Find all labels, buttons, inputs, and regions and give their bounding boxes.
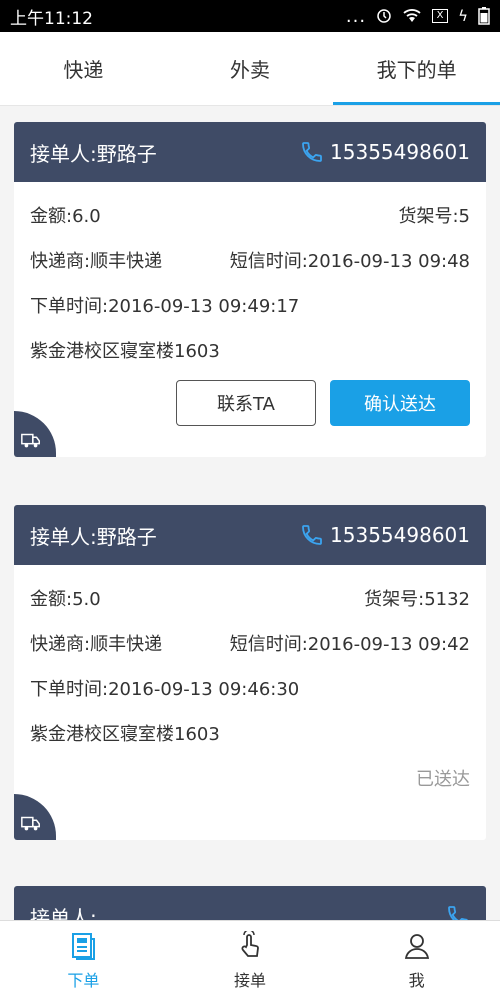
nav-place-order[interactable]: 下单 xyxy=(0,921,167,1000)
tap-hand-icon xyxy=(241,930,259,957)
address: 紫金港校区寝室楼1603 xyxy=(30,340,220,362)
order-time-row: 下单时间:2016-09-13 09:49:17 xyxy=(30,282,470,327)
tab-takeout[interactable]: 外卖 xyxy=(167,32,334,105)
tab-express[interactable]: 快递 xyxy=(0,32,167,105)
card-body: 金额:6.0 货架号:5 快递商:顺丰快递 短信时间:2016-09-13 09… xyxy=(14,182,486,426)
card-header: 接单人: xyxy=(14,886,486,920)
more-dots-icon: ... xyxy=(345,5,367,27)
courier-name: 接单人:野路子 xyxy=(30,141,157,166)
wifi-icon xyxy=(403,9,421,22)
phone-icon xyxy=(302,525,322,545)
confirm-delivery-button[interactable]: 确认送达 xyxy=(330,380,470,426)
nav-accept-order[interactable]: 接单 xyxy=(167,921,334,1000)
phone-number: 15355498601 xyxy=(330,523,470,547)
courier-name: 接单人:野路子 xyxy=(30,524,157,549)
top-tab-bar: 快递 外卖 我下的单 xyxy=(0,32,500,106)
document-list-icon xyxy=(72,932,96,960)
battery-level-icon xyxy=(478,7,490,25)
charging-icon: ϟ xyxy=(458,7,468,25)
courier-company: 快递商:顺丰快递 xyxy=(30,250,163,272)
courier-company: 快递商:顺丰快递 xyxy=(30,633,163,655)
phone-icon xyxy=(448,906,468,920)
alarm-icon xyxy=(377,9,391,23)
truck-icon xyxy=(21,433,40,448)
shelf-number: 货架号:5 xyxy=(398,205,470,227)
order-card: 接单人:野路子 15355498601 金额:6.0 货架号:5 快递商:顺丰快… xyxy=(14,122,486,457)
shelf-number: 货架号:5132 xyxy=(364,588,470,610)
company-row: 快递商:顺丰快递 短信时间:2016-09-13 09:48 xyxy=(30,237,470,282)
order-time: 下单时间:2016-09-13 09:49:17 xyxy=(30,295,300,317)
order-card: 接单人: xyxy=(14,886,486,920)
user-icon xyxy=(404,933,429,959)
contact-button[interactable]: 联系TA xyxy=(176,380,316,426)
status-time: 上午11:12 xyxy=(10,8,93,29)
delivered-status: 已送达 xyxy=(416,769,470,790)
nav-profile[interactable]: 我 xyxy=(333,921,500,1000)
amount-row: 金额:5.0 货架号:5132 xyxy=(30,575,470,620)
order-card: 接单人:野路子 15355498601 金额:5.0 货架号:5132 快递商:… xyxy=(14,505,486,840)
card-header: 接单人:野路子 15355498601 xyxy=(14,122,486,182)
phone-link[interactable]: 15355498601 xyxy=(300,140,470,164)
order-time-row: 下单时间:2016-09-13 09:46:30 xyxy=(30,665,470,710)
address: 紫金港校区寝室楼1603 xyxy=(30,723,220,745)
bottom-nav: 下单 接单 我 xyxy=(0,920,500,1000)
battery-icon: X xyxy=(432,9,449,23)
phone-link[interactable] xyxy=(446,904,470,920)
order-time: 下单时间:2016-09-13 09:46:30 xyxy=(30,678,300,700)
nav-label: 接单 xyxy=(234,970,267,990)
card-actions: 联系TA 确认送达 xyxy=(30,380,470,426)
amount-row: 金额:6.0 货架号:5 xyxy=(30,192,470,237)
address-row: 紫金港校区寝室楼1603 xyxy=(30,710,470,755)
sms-time: 短信时间:2016-09-13 09:48 xyxy=(229,250,470,272)
tab-my-orders[interactable]: 我下的单 xyxy=(333,32,500,105)
phone-icon xyxy=(302,142,322,162)
nav-label: 下单 xyxy=(67,970,100,990)
sms-time: 短信时间:2016-09-13 09:42 xyxy=(229,633,470,655)
address-row: 紫金港校区寝室楼1603 xyxy=(30,327,470,372)
status-icons: ... X ϟ xyxy=(346,6,490,27)
card-body: 金额:5.0 货架号:5132 快递商:顺丰快递 短信时间:2016-09-13… xyxy=(14,565,486,801)
order-list[interactable]: 接单人:野路子 15355498601 金额:6.0 货架号:5 快递商:顺丰快… xyxy=(0,107,500,920)
courier-name: 接单人: xyxy=(30,905,97,921)
truck-icon xyxy=(21,816,40,831)
card-header: 接单人:野路子 15355498601 xyxy=(14,505,486,565)
status-bar: 上午11:12 ... X ϟ xyxy=(0,0,500,32)
amount: 金额:5.0 xyxy=(30,588,101,610)
phone-number: 15355498601 xyxy=(330,140,470,164)
phone-link[interactable]: 15355498601 xyxy=(300,523,470,547)
amount: 金额:6.0 xyxy=(30,205,101,227)
nav-label: 我 xyxy=(408,970,425,990)
company-row: 快递商:顺丰快递 短信时间:2016-09-13 09:42 xyxy=(30,620,470,665)
